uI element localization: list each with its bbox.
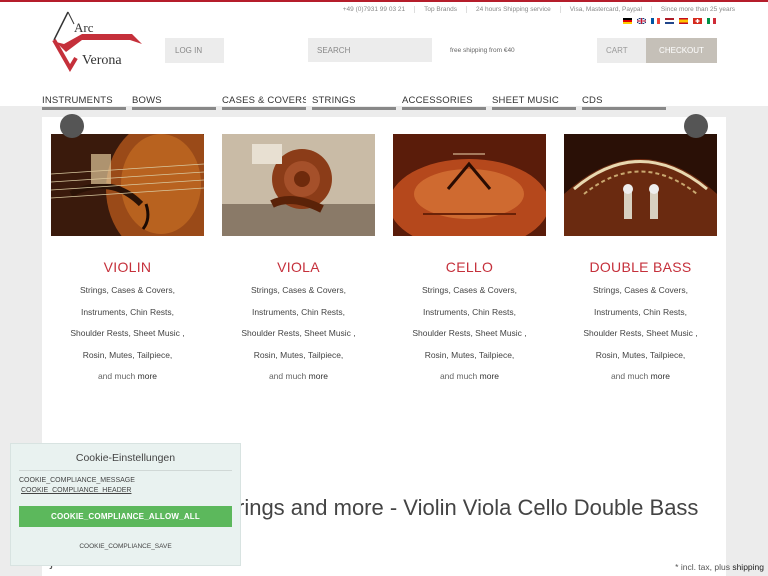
link-line[interactable]: Strings, Cases & Covers, <box>51 280 204 302</box>
link-line[interactable]: Instruments, Chin Rests, <box>564 302 717 324</box>
more-line: and much more <box>439 371 500 381</box>
page-headline: rings and more - Violin Viola Cello Doub… <box>237 495 699 520</box>
more-line: and much more <box>610 371 671 381</box>
link-line[interactable]: Instruments, Chin Rests, <box>51 302 204 324</box>
more-link[interactable]: more <box>309 371 328 381</box>
login-button[interactable]: LOG IN <box>165 38 224 63</box>
years-info[interactable]: Since more than 25 years <box>650 6 744 13</box>
logo-top-text: Arc <box>74 20 94 35</box>
violin-image[interactable] <box>51 134 204 236</box>
link-line[interactable]: Strings, Cases & Covers, <box>393 280 546 302</box>
category-title[interactable]: VIOLIN <box>51 259 204 275</box>
shipping-link[interactable]: shipping <box>732 562 764 572</box>
cookie-title: Cookie-Einstellungen <box>19 444 232 471</box>
shipping-info[interactable]: 24 hours Shipping service <box>465 6 560 13</box>
cart-button[interactable]: CART <box>597 38 646 63</box>
link-line[interactable]: Strings, Cases & Covers, <box>222 280 375 302</box>
link-line[interactable]: Rosin, Mutes, Tailpiece, <box>393 345 546 367</box>
link-line[interactable]: Instruments, Chin Rests, <box>393 302 546 324</box>
flag-de-icon[interactable] <box>623 18 632 24</box>
more-link[interactable]: more <box>651 371 670 381</box>
category-card-viola: VIOLA Strings, Cases & Covers, Instrumen… <box>222 134 375 388</box>
nav-cases-covers[interactable]: CASES & COVERS <box>222 95 312 110</box>
flag-fr-icon[interactable] <box>651 18 660 24</box>
cello-image[interactable] <box>393 134 546 236</box>
cookie-header-link[interactable]: COOKIE_COMPLIANCE_HEADER <box>21 487 230 494</box>
flag-es-icon[interactable] <box>679 18 688 24</box>
payment-info[interactable]: Visa, Mastercard, Paypal <box>559 6 651 13</box>
nav-cds[interactable]: CDS <box>582 95 672 110</box>
main-nav: INSTRUMENTS BOWS CASES & COVERS STRINGS … <box>42 95 672 110</box>
cookie-allow-all-button[interactable]: COOKIE_COMPLIANCE_ALLOW_ALL <box>19 506 232 527</box>
info-bar: +49 (0)7931 99 03 21 Top Brands 24 hours… <box>334 6 744 13</box>
flag-it-icon[interactable] <box>707 18 716 24</box>
link-line[interactable]: Shoulder Rests, Sheet Music , <box>222 323 375 345</box>
carousel-next-button[interactable] <box>684 114 708 138</box>
viola-image[interactable] <box>222 134 375 236</box>
arc-verona-logo[interactable]: Arc Verona <box>52 10 148 72</box>
category-links: Strings, Cases & Covers, Instruments, Ch… <box>222 280 375 366</box>
cookie-message: COOKIE_COMPLIANCE_MESSAGE <box>19 477 135 484</box>
nav-bows[interactable]: BOWS <box>132 95 222 110</box>
link-line[interactable]: Rosin, Mutes, Tailpiece, <box>222 345 375 367</box>
nav-strings[interactable]: STRINGS <box>312 95 402 110</box>
category-title[interactable]: CELLO <box>393 259 546 275</box>
nav-instruments[interactable]: INSTRUMENTS <box>42 95 132 110</box>
tax-note: * incl. tax, plus shipping <box>675 562 764 572</box>
cookie-dialog: Cookie-Einstellungen COOKIE_COMPLIANCE_M… <box>10 443 241 566</box>
category-title[interactable]: DOUBLE BASS <box>564 259 717 275</box>
category-links: Strings, Cases & Covers, Instruments, Ch… <box>51 280 204 366</box>
category-card-violin: VIOLIN Strings, Cases & Covers, Instrume… <box>51 134 204 388</box>
cookie-save-button[interactable]: COOKIE_COMPLIANCE_SAVE <box>11 543 240 550</box>
flag-uk-icon[interactable] <box>637 18 646 24</box>
link-line[interactable]: Shoulder Rests, Sheet Music , <box>564 323 717 345</box>
link-line[interactable]: Strings, Cases & Covers, <box>564 280 717 302</box>
nav-sheet-music[interactable]: SHEET MUSIC <box>492 95 582 110</box>
link-line[interactable]: Shoulder Rests, Sheet Music , <box>51 323 204 345</box>
link-line[interactable]: Instruments, Chin Rests, <box>222 302 375 324</box>
site-header: +49 (0)7931 99 03 21 Top Brands 24 hours… <box>0 2 768 110</box>
top-brands-info[interactable]: Top Brands <box>414 6 466 13</box>
more-line: and much more <box>268 371 329 381</box>
link-line[interactable]: Shoulder Rests, Sheet Music , <box>393 323 546 345</box>
category-links: Strings, Cases & Covers, Instruments, Ch… <box>564 280 717 366</box>
link-line[interactable]: Rosin, Mutes, Tailpiece, <box>564 345 717 367</box>
more-link[interactable]: more <box>480 371 499 381</box>
more-line: and much more <box>97 371 158 381</box>
phone-info[interactable]: +49 (0)7931 99 03 21 <box>334 6 414 13</box>
link-line[interactable]: Rosin, Mutes, Tailpiece, <box>51 345 204 367</box>
language-flags <box>623 18 716 24</box>
double-bass-image[interactable] <box>564 134 717 236</box>
category-card-double-bass: DOUBLE BASS Strings, Cases & Covers, Ins… <box>564 134 717 388</box>
flag-ch-icon[interactable] <box>693 18 702 24</box>
carousel-prev-button[interactable] <box>60 114 84 138</box>
category-title[interactable]: VIOLA <box>222 259 375 275</box>
category-card-cello: CELLO Strings, Cases & Covers, Instrumen… <box>393 134 546 388</box>
nav-accessories[interactable]: ACCESSORIES <box>402 95 492 110</box>
search-input[interactable] <box>308 38 432 62</box>
checkout-button[interactable]: CHECKOUT <box>646 38 717 63</box>
category-links: Strings, Cases & Covers, Instruments, Ch… <box>393 280 546 366</box>
more-link[interactable]: more <box>138 371 157 381</box>
free-shipping-text: free shipping from €40 <box>450 47 515 54</box>
logo-bottom-text: Verona <box>82 53 122 68</box>
flag-nl-icon[interactable] <box>665 18 674 24</box>
